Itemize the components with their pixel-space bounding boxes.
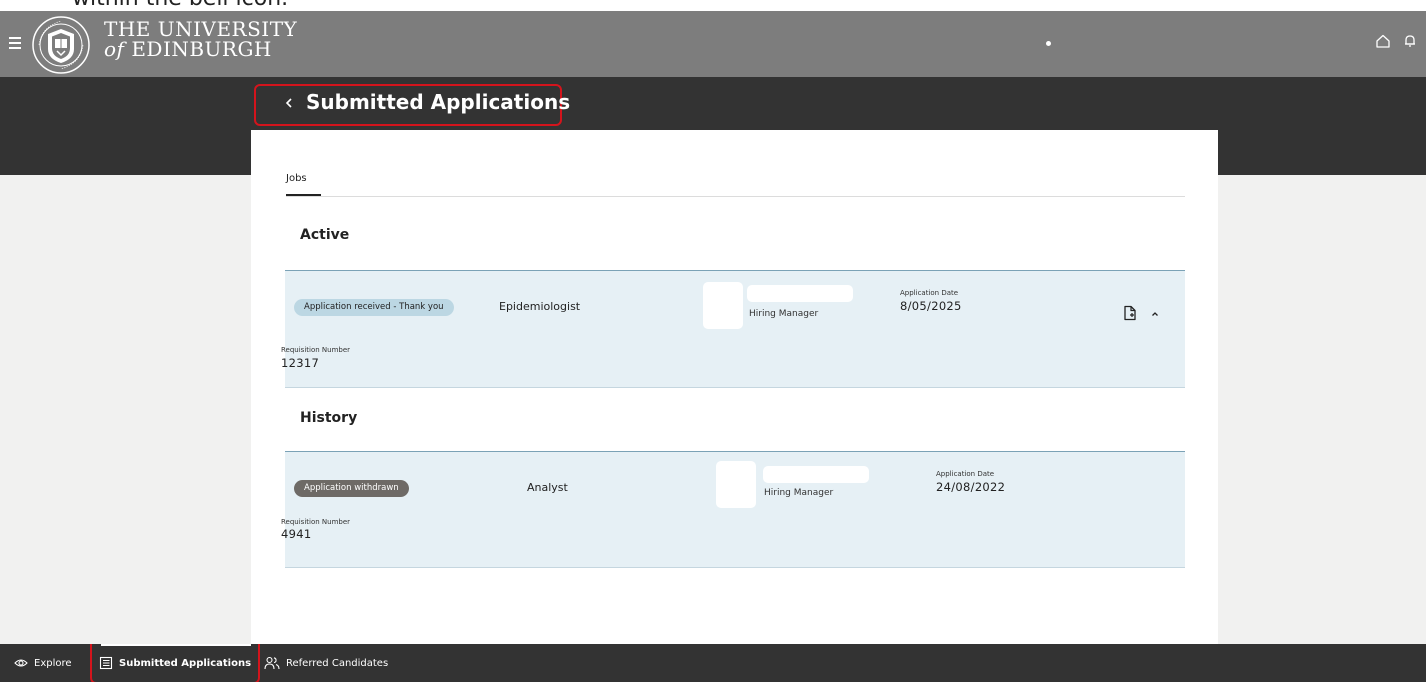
application-date-value: 8/05/2025: [900, 299, 962, 313]
hamburger-menu-icon[interactable]: [9, 37, 23, 51]
nav-referred-label: Referred Candidates: [286, 657, 389, 669]
requisition-number-label: Requisition Number: [281, 346, 351, 354]
list-icon: [99, 656, 113, 670]
people-icon: [264, 656, 280, 670]
university-wordmark[interactable]: THE UNIVERSITY of EDINBURGH: [104, 19, 297, 59]
back-chevron-icon[interactable]: [284, 96, 294, 110]
brand-of: of: [104, 37, 125, 61]
nav-submitted-applications[interactable]: Submitted Applications: [90, 644, 260, 682]
nav-active-indicator: [101, 644, 251, 646]
requisition-number-value: 4941: [281, 527, 312, 541]
nav-explore-label: Explore: [34, 657, 72, 669]
application-date-value: 24/08/2022: [936, 480, 1006, 494]
application-date-label: Application Date: [936, 470, 995, 478]
brand-line-1: THE UNIVERSITY: [104, 17, 298, 41]
section-title-history: History: [300, 410, 358, 426]
hiring-manager-name-redacted: [763, 466, 869, 483]
requisition-number-value: 12317: [281, 356, 320, 370]
nav-submitted-label: Submitted Applications: [119, 657, 252, 669]
hiring-manager-label: Hiring Manager: [749, 309, 819, 319]
eye-icon: [14, 659, 28, 667]
tab-divider: [286, 196, 1185, 197]
status-badge-received: Application received - Thank you: [294, 299, 454, 316]
job-title-analyst[interactable]: Analyst: [527, 481, 568, 494]
document-icon[interactable]: [1122, 305, 1138, 321]
bell-icon[interactable]: [1402, 33, 1418, 49]
application-date-label: Application Date: [900, 289, 959, 297]
university-crest-icon[interactable]: [31, 15, 91, 75]
bottom-navigation: Explore Submitted Applications Referred …: [0, 644, 1426, 682]
chevron-up-icon[interactable]: [1150, 309, 1160, 319]
brand-line-2: of EDINBURGH: [104, 39, 297, 59]
home-icon[interactable]: [1375, 33, 1391, 49]
avatar: [703, 282, 743, 329]
tab-jobs[interactable]: Jobs: [286, 173, 307, 184]
app-root: within the bell icon. THE UNIVERSITY of …: [0, 0, 1426, 682]
caption-text: within the bell icon.: [72, 0, 288, 11]
nav-referred-candidates[interactable]: Referred Candidates: [264, 644, 388, 682]
hiring-manager-name-redacted: [747, 285, 853, 302]
page-title: Submitted Applications: [306, 90, 571, 114]
nav-explore[interactable]: Explore: [14, 644, 72, 682]
top-header: THE UNIVERSITY of EDINBURGH: [0, 11, 1426, 77]
job-title-epidemiologist[interactable]: Epidemiologist: [499, 300, 580, 313]
status-badge-withdrawn: Application withdrawn: [294, 480, 409, 497]
caption-strip: within the bell icon.: [0, 0, 1426, 11]
avatar: [716, 461, 756, 508]
hiring-manager-label: Hiring Manager: [764, 488, 834, 498]
requisition-number-label: Requisition Number: [281, 518, 351, 526]
decorative-dot: [1046, 41, 1051, 46]
section-title-active: Active: [300, 227, 350, 243]
brand-edinburgh: EDINBURGH: [131, 37, 272, 61]
